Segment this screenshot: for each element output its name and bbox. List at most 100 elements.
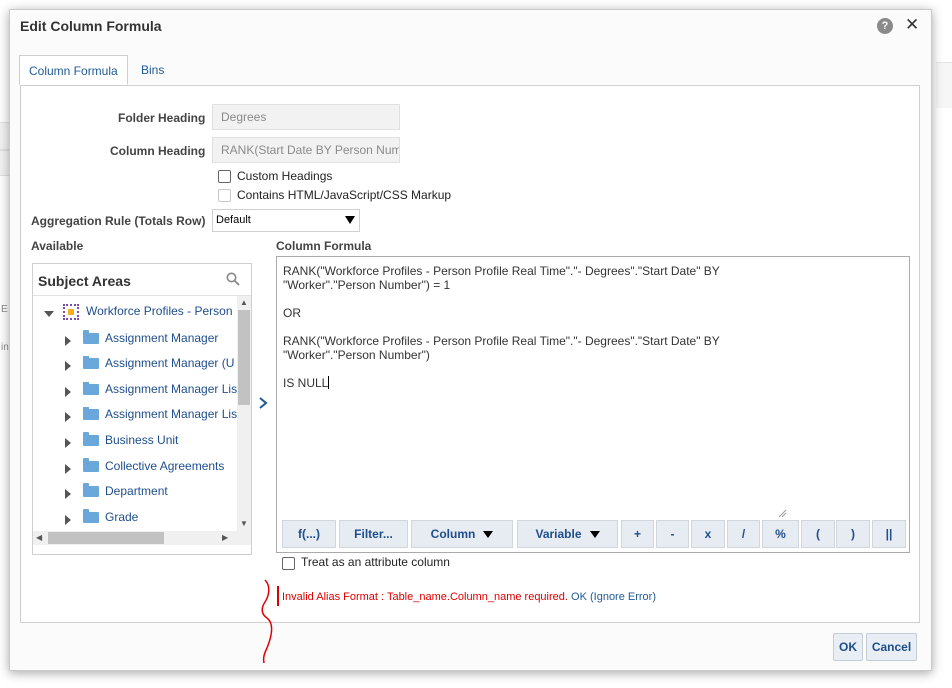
close-icon[interactable]: ✕ xyxy=(905,15,919,35)
folder-icon xyxy=(83,407,99,420)
tree-root-label: Workforce Profiles - Person xyxy=(86,304,233,318)
custom-headings-checkbox[interactable] xyxy=(218,170,231,183)
column-formula-label: Column Formula xyxy=(276,239,372,253)
column-heading-label: Column Heading xyxy=(110,144,206,158)
tree-item[interactable]: Department xyxy=(33,483,237,504)
aggregation-rule-select[interactable]: Default xyxy=(212,209,360,232)
aggregation-rule-label: Aggregation Rule (Totals Row) xyxy=(31,214,206,228)
search-icon[interactable] xyxy=(226,272,240,286)
scrollbar-thumb[interactable] xyxy=(48,532,164,544)
expand-icon[interactable] xyxy=(65,438,71,448)
formula-line: "Worker"."Person Number") xyxy=(283,348,430,362)
scroll-down-icon[interactable]: ▼ xyxy=(240,519,248,528)
tree-item[interactable]: Grade xyxy=(33,509,237,530)
tree-item-label: Assignment Manager Lis xyxy=(105,407,237,421)
tree-item-label: Business Unit xyxy=(105,433,179,447)
custom-headings-label: Custom Headings xyxy=(237,169,333,183)
annotation-bracket xyxy=(261,579,273,664)
subject-area-icon xyxy=(63,304,79,320)
expand-icon[interactable] xyxy=(65,515,71,525)
variable-dropdown-button[interactable]: Variable xyxy=(517,520,618,548)
tree-item[interactable]: Business Unit xyxy=(33,432,237,453)
folder-icon xyxy=(83,458,99,472)
tree-item[interactable]: Assignment Manager (U xyxy=(33,356,237,376)
close-paren-button[interactable]: ) xyxy=(836,520,870,548)
treat-as-attribute-checkbox[interactable] xyxy=(282,557,295,570)
formula-line: "Worker"."Person Number") = 1 xyxy=(283,278,451,292)
ok-button[interactable]: OK xyxy=(833,633,863,661)
subject-areas-tree: Subject Areas Workforce Profiles - Perso… xyxy=(32,263,252,555)
tree-item[interactable]: Assignment Manager Lis xyxy=(33,382,237,402)
folder-icon xyxy=(83,356,99,369)
text-caret xyxy=(328,376,330,389)
contains-markup-checkbox[interactable] xyxy=(218,189,231,202)
expand-icon[interactable] xyxy=(65,336,71,346)
cancel-button[interactable]: Cancel xyxy=(866,633,917,661)
function-button[interactable]: f(...) xyxy=(282,520,336,548)
folder-heading-field[interactable]: Degrees xyxy=(212,104,400,130)
formula-line: RANK("Workforce Profiles - Person Profil… xyxy=(283,334,720,348)
scroll-up-icon[interactable]: ▲ xyxy=(240,298,248,307)
minus-operator-button[interactable]: - xyxy=(656,520,689,548)
concat-operator-button[interactable]: || xyxy=(872,520,906,548)
scroll-right-icon[interactable]: ▶ xyxy=(222,533,228,542)
tab-column-formula[interactable]: Column Formula xyxy=(19,55,128,85)
expand-icon[interactable] xyxy=(65,489,71,499)
error-ok-link[interactable]: OK xyxy=(571,591,587,603)
open-paren-button[interactable]: ( xyxy=(801,520,835,548)
formula-line: OR xyxy=(283,306,301,320)
formula-last-line: IS NULL xyxy=(283,376,329,390)
resize-handle-icon[interactable] xyxy=(777,508,787,518)
tree-title: Subject Areas xyxy=(38,273,131,289)
scrollbar-thumb[interactable] xyxy=(238,310,250,405)
column-formula-editor[interactable]: RANK("Workforce Profiles - Person Profil… xyxy=(276,256,910,553)
tree-item-label: Assignment Manager Lis xyxy=(105,382,237,396)
treat-as-attribute-label: Treat as an attribute column xyxy=(301,555,450,569)
background-text: E xyxy=(1,304,8,315)
available-label: Available xyxy=(31,239,84,253)
error-text: Invalid Alias Format : Table_name.Column… xyxy=(282,591,568,603)
expand-icon[interactable] xyxy=(65,387,71,397)
chevron-down-icon xyxy=(589,531,600,538)
formula-line: IS NULL xyxy=(283,376,330,390)
tree-root-item[interactable]: Workforce Profiles - Person xyxy=(33,304,237,324)
expand-icon[interactable] xyxy=(65,464,71,474)
filter-button[interactable]: Filter... xyxy=(339,520,408,548)
tree-item-label: Collective Agreements xyxy=(105,459,225,473)
tree-vertical-scrollbar[interactable]: ▲ ▼ xyxy=(237,296,251,531)
background-strip xyxy=(936,62,952,108)
multiply-operator-button[interactable]: x xyxy=(691,520,725,548)
tree-horizontal-scrollbar[interactable]: ◀ ▶ xyxy=(33,531,251,545)
column-dropdown-label: Column xyxy=(430,527,476,541)
expand-icon[interactable] xyxy=(65,412,71,422)
variable-dropdown-label: Variable xyxy=(535,527,582,541)
dialog-titlebar: Edit Column Formula ? ✕ xyxy=(10,10,931,42)
tree-item[interactable]: Collective Agreements xyxy=(33,458,237,479)
scroll-left-icon[interactable]: ◀ xyxy=(36,533,42,542)
tree-item-label: Assignment Manager (U xyxy=(105,356,235,370)
insert-column-icon[interactable] xyxy=(257,396,269,410)
column-dropdown-button[interactable]: Column xyxy=(411,520,513,548)
dialog-title: Edit Column Formula xyxy=(20,18,162,34)
folder-icon xyxy=(83,432,99,446)
column-heading-field[interactable]: RANK(Start Date BY Person Number) xyxy=(212,137,400,163)
contains-markup-label: Contains HTML/JavaScript/CSS Markup xyxy=(237,188,452,202)
error-message: Invalid Alias Format : Table_name.Column… xyxy=(282,591,656,603)
chevron-down-icon xyxy=(483,531,494,538)
folder-icon xyxy=(83,509,99,523)
folder-icon xyxy=(83,483,99,497)
divide-operator-button[interactable]: / xyxy=(727,520,760,548)
percent-operator-button[interactable]: % xyxy=(762,520,799,548)
folder-icon xyxy=(83,330,99,344)
help-icon[interactable]: ? xyxy=(877,18,893,34)
expand-icon[interactable] xyxy=(65,361,71,371)
tree-item-label: Assignment Manager xyxy=(105,331,219,345)
tree-item[interactable]: Assignment Manager xyxy=(33,330,237,351)
chevron-down-icon xyxy=(345,216,355,224)
ignore-error-link[interactable]: (Ignore Error) xyxy=(590,591,656,603)
chevron-down-icon[interactable] xyxy=(44,311,54,317)
tab-bins[interactable]: Bins xyxy=(132,55,173,85)
formula-line: RANK("Workforce Profiles - Person Profil… xyxy=(283,264,720,278)
tree-item[interactable]: Assignment Manager Lis xyxy=(33,407,237,427)
plus-operator-button[interactable]: + xyxy=(621,520,654,548)
